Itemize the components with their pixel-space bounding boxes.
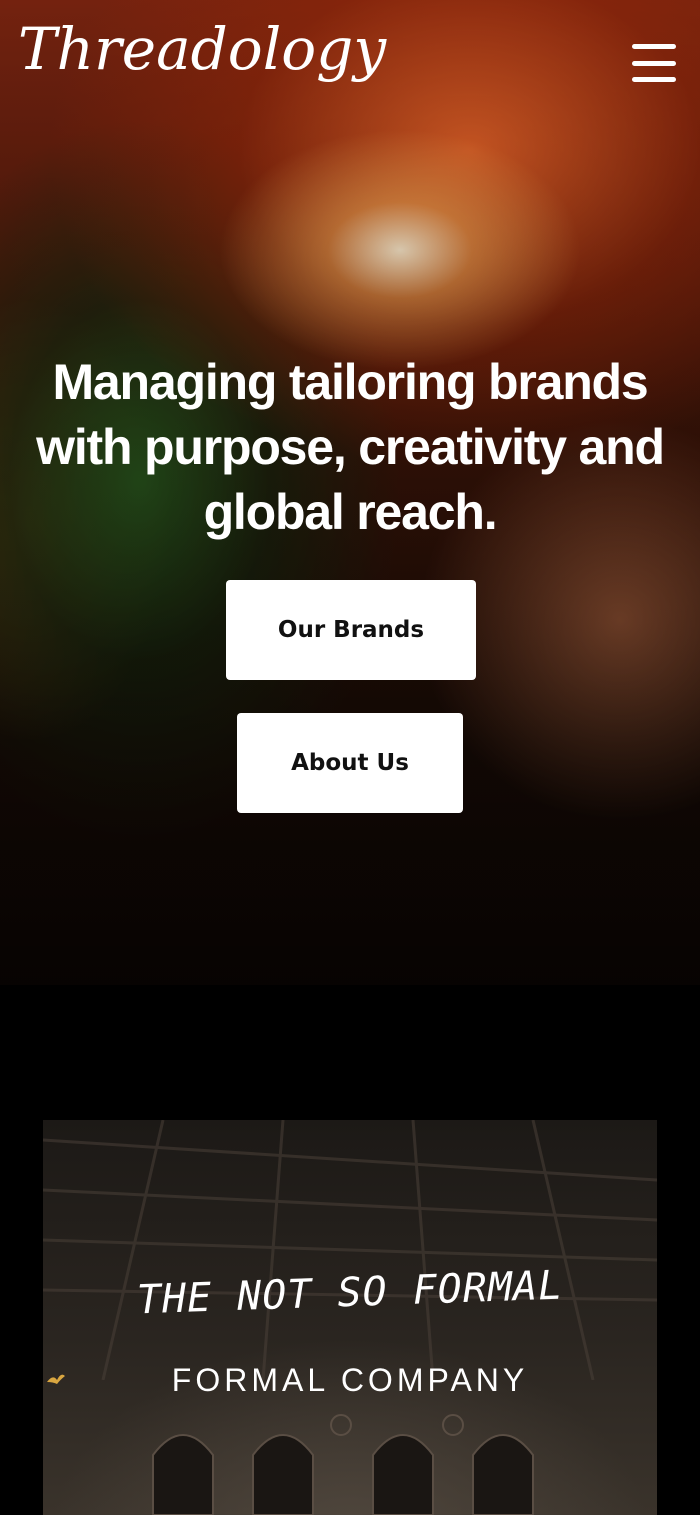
hero-headline: Managing tailoring brands with purpose, … — [36, 354, 665, 540]
hero-section: Threadology Managing tailoring brands wi… — [0, 0, 700, 985]
stone-arches-image — [152, 1414, 534, 1515]
ceiling-rafters-image — [43, 1120, 657, 1380]
menu-bar — [632, 44, 676, 49]
menu-bar — [632, 60, 676, 66]
menu-bar — [632, 77, 676, 82]
site-logo[interactable]: Threadology — [18, 20, 386, 78]
hamburger-menu-icon[interactable] — [632, 44, 676, 82]
brand-feature-card[interactable]: THE NOT SO FORMAL FORMAL COMPANY — [43, 1120, 657, 1515]
about-us-button[interactable]: About Us — [237, 713, 463, 813]
brand-company-name: FORMAL COMPANY — [171, 1362, 529, 1398]
our-brands-button[interactable]: Our Brands — [226, 580, 476, 680]
